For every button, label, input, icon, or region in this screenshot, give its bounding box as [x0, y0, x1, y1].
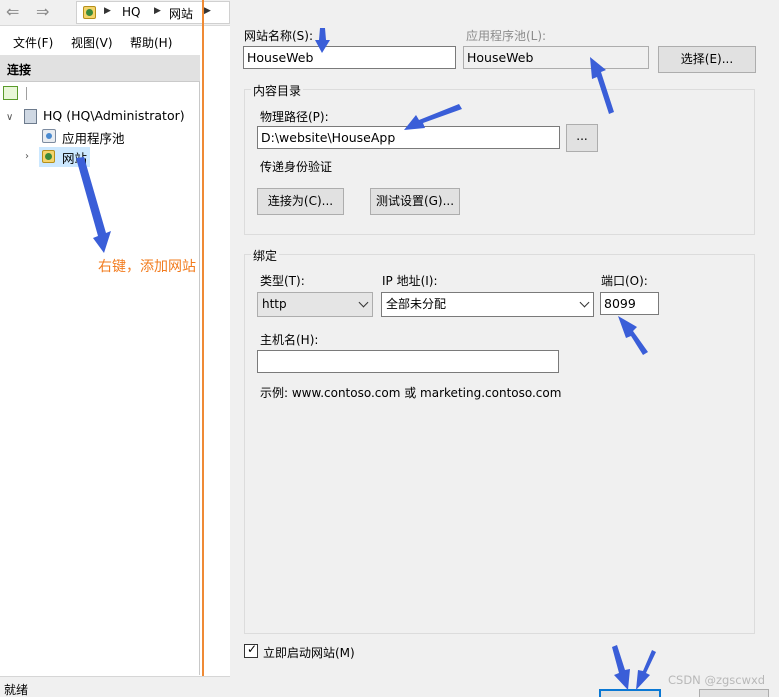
connect-as-button[interactable]: 连接为(C)... — [257, 188, 344, 215]
physical-path-label: 物理路径(P): — [260, 110, 329, 124]
tree-item-app-pools[interactable]: 应用程序池 — [62, 128, 125, 147]
back-arrow-icon[interactable]: ⇐ — [6, 3, 19, 21]
binding-title: 绑定 — [251, 247, 280, 264]
type-label: 类型(T): — [260, 274, 305, 288]
breadcrumb-sites[interactable]: 网站 — [169, 5, 193, 22]
ok-button[interactable] — [599, 689, 661, 697]
breadcrumb-hq[interactable]: HQ — [122, 5, 140, 19]
select-app-pool-button[interactable]: 选择(E)... — [658, 46, 756, 73]
start-website-label[interactable]: 立即启动网站(M) — [263, 644, 355, 661]
features-view-edge — [201, 55, 229, 675]
menu-view[interactable]: 视图(V) — [71, 34, 113, 51]
content-directory-title: 内容目录 — [251, 82, 304, 99]
menu-file[interactable]: 文件(F) — [13, 34, 53, 51]
checkmark-icon: ✓ — [247, 642, 258, 656]
hostname-input[interactable] — [257, 350, 559, 373]
sites-icon — [42, 150, 55, 163]
passthrough-auth-label: 传递身份验证 — [260, 160, 333, 174]
physical-path-input[interactable]: D:\website\HouseApp — [257, 126, 560, 149]
collapse-icon[interactable]: ∨ — [6, 112, 13, 123]
add-website-dialog: 网站名称(S): HouseWeb 应用程序池(L): HouseWeb 选择(… — [230, 0, 779, 697]
port-label: 端口(O): — [601, 274, 648, 288]
connections-toolbar — [0, 83, 200, 105]
ip-address-select[interactable]: 全部未分配 — [381, 292, 594, 317]
annotation-text: 右键，添加网站 — [98, 259, 196, 275]
example-text: 示例: www.contoso.com 或 marketing.contoso.… — [260, 386, 562, 400]
tree-item-sites[interactable]: 网站 — [62, 148, 87, 167]
connect-icon[interactable] — [3, 86, 18, 100]
breadcrumb-separator-icon: ▶ — [154, 6, 161, 16]
site-name-label: 网站名称(S): — [244, 29, 314, 43]
type-select-value: http — [262, 297, 287, 311]
breadcrumb-separator-icon: ▶ — [104, 6, 111, 16]
chevron-down-icon — [579, 297, 590, 308]
connections-title: 连接 — [7, 63, 32, 77]
hostname-label: 主机名(H): — [260, 333, 319, 347]
type-select[interactable]: http — [257, 292, 373, 317]
menu-bar: 文件(F) 视图(V) 帮助(H) — [0, 27, 230, 54]
browse-button[interactable]: ... — [566, 124, 598, 152]
app-pool-icon — [42, 129, 56, 143]
ip-address-label: IP 地址(I): — [382, 274, 438, 288]
tree-item-server[interactable]: HQ (HQ\Administrator) — [43, 108, 185, 123]
site-name-input[interactable]: HouseWeb — [243, 46, 456, 69]
status-text: 就绪 — [4, 683, 29, 697]
toolbar-separator — [26, 87, 27, 100]
app-pool-field: HouseWeb — [463, 46, 649, 69]
address-bar: ⇐ ⇒ ▶ HQ ▶ 网站 ▶ — [0, 0, 230, 26]
connections-header: 连接 — [0, 55, 200, 82]
ip-address-select-value: 全部未分配 — [386, 297, 447, 311]
sites-icon — [83, 6, 96, 19]
chevron-down-icon — [358, 297, 369, 308]
forward-arrow-icon[interactable]: ⇒ — [36, 3, 49, 21]
watermark: CSDN @zgscwxd — [668, 673, 766, 687]
app-pool-label: 应用程序池(L): — [466, 29, 547, 43]
breadcrumb-separator-icon: ▶ — [204, 6, 211, 16]
server-icon — [24, 109, 37, 124]
port-input[interactable]: 8099 — [600, 292, 659, 315]
status-bar: 就绪 — [0, 676, 230, 697]
address-box[interactable]: ▶ HQ ▶ 网站 ▶ — [76, 1, 230, 24]
start-website-checkbox[interactable]: ✓ — [244, 642, 258, 658]
menu-help[interactable]: 帮助(H) — [130, 34, 172, 51]
screenshot-divider — [202, 0, 204, 697]
expand-icon[interactable]: › — [25, 151, 29, 162]
connections-panel: 连接 ∨ HQ (HQ\Administrator) 应用程序池 › 网站 — [0, 55, 200, 675]
test-settings-button[interactable]: 测试设置(G)... — [370, 188, 460, 215]
cancel-button[interactable] — [699, 689, 769, 697]
